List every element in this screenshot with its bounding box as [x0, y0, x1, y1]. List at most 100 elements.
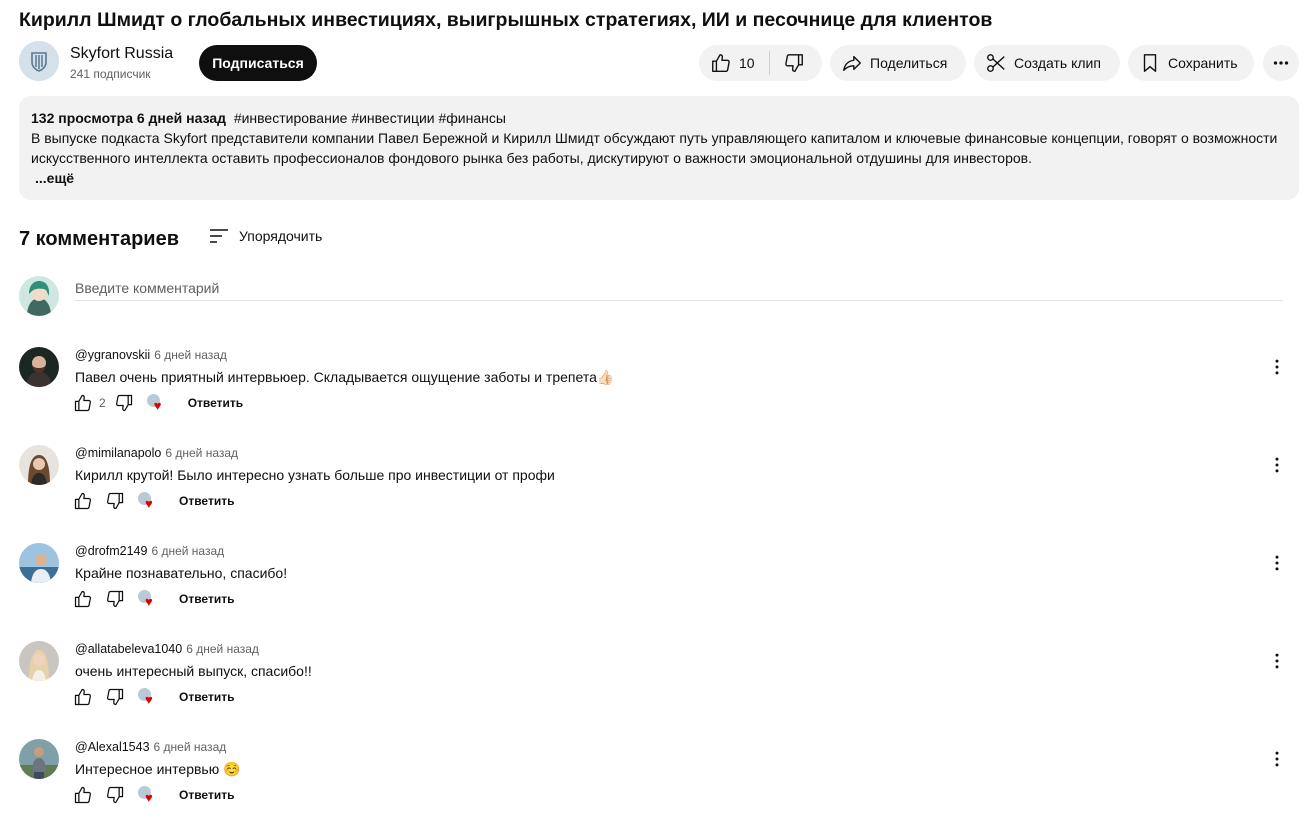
thumbs-down-icon	[115, 394, 132, 412]
more-actions-button[interactable]	[1263, 45, 1299, 81]
comment-dislike-button[interactable]	[103, 783, 127, 807]
comment-text: Крайне познавательно, спасибо!	[75, 565, 288, 581]
hashtags[interactable]: #инвестирование #инвестиции #финансы	[234, 110, 506, 126]
description-text: В выпуске подкаста Skyfort представители…	[31, 130, 1278, 166]
comment-item: @Alexal1543 6 дней назад Интересное интер…	[19, 739, 1299, 829]
channel-avatar[interactable]	[19, 41, 59, 81]
create-clip-label: Создать клип	[1014, 55, 1101, 71]
current-user-avatar	[19, 276, 59, 316]
reply-button[interactable]: Ответить	[188, 396, 243, 410]
avatar[interactable]	[19, 739, 59, 779]
share-label: Поделиться	[870, 55, 948, 71]
share-button[interactable]: Поделиться	[830, 45, 966, 81]
comment-dislike-button[interactable]	[103, 685, 127, 709]
view-count-and-date: 132 просмотра 6 дней назад	[31, 110, 227, 126]
more-vertical-icon	[1275, 653, 1279, 669]
dislike-button[interactable]	[770, 45, 805, 81]
more-vertical-icon	[1275, 751, 1279, 767]
comment-author[interactable]: @ygranovskii	[75, 348, 150, 362]
avatar[interactable]	[19, 347, 59, 387]
comment-like-button[interactable]	[71, 783, 95, 807]
comment-menu-button[interactable]	[1267, 749, 1287, 769]
thumbs-up-icon	[74, 492, 91, 510]
shield-logo-icon	[19, 41, 59, 81]
avatar[interactable]	[19, 543, 59, 583]
comment-like-button[interactable]	[71, 685, 95, 709]
comment-like-button[interactable]	[71, 391, 95, 415]
thumbs-up-icon	[74, 688, 91, 706]
reply-button[interactable]: Ответить	[179, 494, 234, 508]
comment-time[interactable]: 6 дней назад	[186, 642, 259, 656]
scissors-icon	[987, 54, 1005, 72]
channel-name[interactable]: Skyfort Russia	[70, 44, 173, 64]
comment-menu-button[interactable]	[1267, 651, 1287, 671]
creator-heart-icon: ♥	[135, 783, 159, 807]
thumbs-up-icon	[74, 590, 91, 608]
show-more-link[interactable]: ...ещё	[35, 170, 74, 186]
avatar[interactable]	[19, 641, 59, 681]
comment-time[interactable]: 6 дней назад	[165, 446, 238, 460]
reply-button[interactable]: Ответить	[179, 592, 234, 606]
save-label: Сохранить	[1168, 55, 1238, 71]
comment-actions: ♥ Ответить	[71, 783, 234, 807]
thumbs-down-icon	[107, 492, 124, 510]
comment-like-count: 2	[99, 396, 106, 410]
comment-menu-button[interactable]	[1267, 357, 1287, 377]
comment-item: @allatabeleva1040 6 дней назад очень инте…	[19, 641, 1299, 731]
comment-input[interactable]	[75, 276, 1283, 301]
creator-heart-icon: ♥	[135, 489, 159, 513]
description-meta-line: 132 просмотра 6 дней назад #инвестирован…	[31, 108, 1287, 128]
description-box[interactable]: 132 просмотра 6 дней назад #инвестирован…	[19, 96, 1299, 200]
more-vertical-icon	[1275, 457, 1279, 473]
comment-dislike-button[interactable]	[103, 587, 127, 611]
subscribe-button[interactable]: Подписаться	[199, 45, 317, 81]
comment-time[interactable]: 6 дней назад	[154, 740, 227, 754]
comment-like-button[interactable]	[71, 489, 95, 513]
like-dislike-group: 10	[699, 45, 822, 81]
subscriber-count: 241 подписчик	[70, 67, 151, 81]
reply-button[interactable]: Ответить	[179, 788, 234, 802]
comment-time[interactable]: 6 дней назад	[151, 544, 224, 558]
sort-label: Упорядочить	[239, 228, 323, 244]
thumbs-up-icon	[74, 786, 91, 804]
thumbs-down-icon	[107, 688, 124, 706]
video-title: Кирилл Шмидт о глобальных инвестициях, в…	[19, 9, 993, 31]
creator-heart-icon: ♥	[135, 587, 159, 611]
sort-comments-button[interactable]: Упорядочить	[207, 224, 322, 248]
creator-heart-icon: ♥	[144, 391, 168, 415]
comment-text: Павел очень приятный интервьюер. Складыв…	[75, 369, 615, 385]
comment-menu-button[interactable]	[1267, 553, 1287, 573]
comment-item: @drofm2149 6 дней назад Крайне познавател…	[19, 543, 1299, 633]
more-vertical-icon	[1275, 555, 1279, 571]
comment-text: очень интересный выпуск, спасибо!!	[75, 663, 312, 679]
comment-item: @ygranovskii 6 дней назад Павел очень при…	[19, 347, 1299, 437]
reply-button[interactable]: Ответить	[179, 690, 234, 704]
comment-dislike-button[interactable]	[112, 391, 136, 415]
thumbs-down-icon	[784, 54, 803, 72]
sort-icon	[210, 229, 228, 243]
like-button[interactable]: 10	[699, 45, 769, 81]
create-clip-button[interactable]: Создать клип	[974, 45, 1120, 81]
comments-count: 7 комментариев	[19, 228, 180, 250]
more-horizontal-icon	[1273, 61, 1289, 65]
creator-heart-icon: ♥	[135, 685, 159, 709]
thumbs-up-icon	[712, 54, 730, 72]
thumbs-down-icon	[107, 590, 124, 608]
thumbs-up-icon	[74, 394, 91, 412]
comment-author[interactable]: @Alexal1543	[75, 740, 150, 754]
comment-text: Интересное интервью ☺️	[75, 761, 241, 777]
comment-actions: 2 ♥ Ответить	[71, 391, 243, 415]
comment-author[interactable]: @drofm2149	[75, 544, 147, 558]
comment-actions: ♥ Ответить	[71, 489, 234, 513]
comment-time[interactable]: 6 дней назад	[154, 348, 227, 362]
comment-like-button[interactable]	[71, 587, 95, 611]
comment-actions: ♥ Ответить	[71, 587, 234, 611]
comment-author[interactable]: @allatabeleva1040	[75, 642, 182, 656]
comment-item: @mimilanapolo 6 дней назад Кирилл крутой!…	[19, 445, 1299, 535]
comment-author[interactable]: @mimilanapolo	[75, 446, 161, 460]
avatar[interactable]	[19, 445, 59, 485]
save-button[interactable]: Сохранить	[1128, 45, 1254, 81]
comment-dislike-button[interactable]	[103, 489, 127, 513]
comment-menu-button[interactable]	[1267, 455, 1287, 475]
comment-actions: ♥ Ответить	[71, 685, 234, 709]
